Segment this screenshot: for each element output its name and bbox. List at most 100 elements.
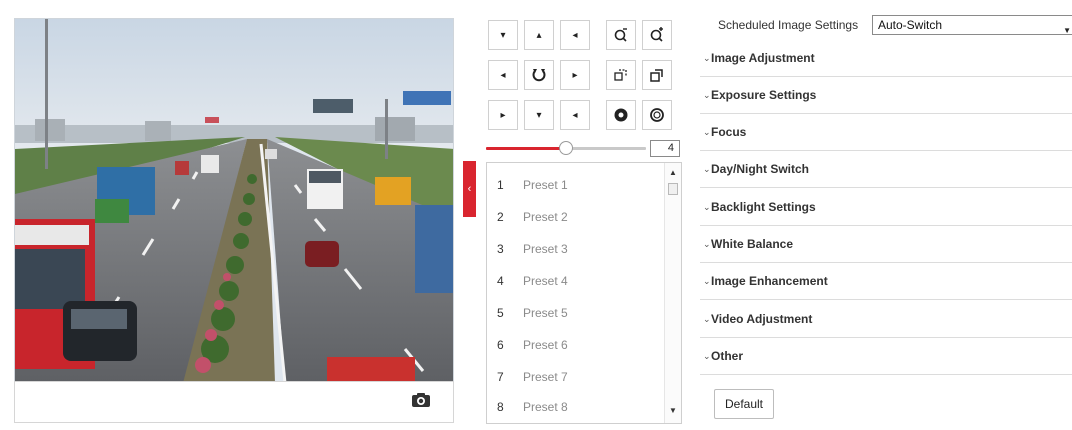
zoom-out-icon (614, 28, 627, 42)
preset-label: Preset 2 (523, 210, 568, 224)
scrollbar-thumb[interactable] (668, 183, 678, 195)
video-toolbar (14, 381, 454, 423)
section-title: Image Adjustment (711, 51, 815, 65)
preset-item-4[interactable]: 4 Preset 4 (487, 265, 663, 297)
preset-item-7[interactable]: 7 Preset 7 (487, 361, 663, 393)
chevron-down-icon: ▼ (1063, 26, 1071, 35)
preset-item-1[interactable]: 1 Preset 1 (487, 169, 663, 201)
preset-item-6[interactable]: 6 Preset 6 (487, 329, 663, 361)
section-title: Image Enhancement (711, 274, 828, 288)
auto-pan-button[interactable] (524, 60, 554, 90)
section-title: Other (711, 349, 744, 363)
live-video-view[interactable] (14, 18, 454, 382)
pan-up-right-button[interactable]: ◂ (560, 20, 590, 50)
section-title: White Balance (711, 237, 794, 251)
preset-label: Preset 1 (523, 178, 568, 192)
speed-slider-handle[interactable] (559, 141, 573, 155)
auto-rotate-icon (532, 69, 546, 82)
preset-number: 5 (497, 306, 504, 320)
scroll-up-arrow-icon[interactable]: ▲ (668, 169, 678, 177)
zoom-in-icon (650, 27, 663, 42)
chevron-down-icon: ⌄ (703, 314, 711, 324)
speed-track-filled (486, 147, 566, 150)
arrow-down-right-icon: ◂ (572, 109, 578, 121)
ptz-speed-slider[interactable] (486, 140, 646, 156)
zoom-in-button[interactable] (642, 20, 672, 50)
iris-open-button[interactable] (606, 100, 636, 130)
preset-number: 8 (497, 400, 504, 414)
focus-far-icon (650, 69, 663, 82)
camera-icon (412, 393, 430, 407)
pan-right-button[interactable]: ▸ (560, 60, 590, 90)
scheduled-image-settings-value: Auto-Switch (878, 18, 943, 32)
live-video-image (15, 19, 453, 381)
preset-item-5[interactable]: 5 Preset 5 (487, 297, 663, 329)
ptz-speed-value[interactable]: 4 (650, 140, 680, 157)
pan-down-left-button[interactable]: ▸ (488, 100, 518, 130)
preset-label: Preset 3 (523, 242, 568, 256)
section-exposure-settings[interactable]: ⌄ Exposure Settings (700, 77, 1072, 114)
speed-track-remaining (566, 147, 646, 150)
section-image-adjustment[interactable]: ⌄ Image Adjustment (700, 40, 1072, 77)
section-title: Exposure Settings (711, 88, 817, 102)
preset-label: Preset 6 (523, 338, 568, 352)
preset-item-2[interactable]: 2 Preset 2 (487, 201, 663, 233)
iris-close-icon (650, 108, 664, 122)
iris-close-button[interactable] (642, 100, 672, 130)
chevron-down-icon: ⌄ (703, 202, 711, 212)
chevron-down-icon: ⌄ (703, 164, 711, 174)
scheduled-image-settings-label: Scheduled Image Settings (718, 18, 859, 32)
default-button[interactable]: Default (714, 389, 774, 419)
section-day-night-switch[interactable]: ⌄ Day/Night Switch (700, 151, 1072, 188)
scroll-down-arrow-icon[interactable]: ▼ (668, 407, 678, 415)
preset-number: 4 (497, 274, 504, 288)
pan-up-left-button[interactable]: ▾ (488, 20, 518, 50)
iris-open-icon (614, 108, 628, 122)
preset-label: Preset 7 (523, 370, 568, 384)
scheduled-image-settings-select[interactable]: Auto-Switch ▼ (872, 15, 1072, 35)
collapse-panel-handle[interactable]: ‹ (463, 161, 476, 217)
section-other[interactable]: ⌄ Other (700, 338, 1072, 375)
preset-label: Preset 8 (523, 400, 568, 414)
preset-scrollbar[interactable]: ▲ ▼ (664, 163, 681, 423)
section-video-adjustment[interactable]: ⌄ Video Adjustment (700, 301, 1072, 338)
tilt-down-button[interactable]: ▾ (524, 100, 554, 130)
chevron-down-icon: ⌄ (703, 351, 711, 361)
section-white-balance[interactable]: ⌄ White Balance (700, 226, 1072, 263)
preset-item-3[interactable]: 3 Preset 3 (487, 233, 663, 265)
chevron-down-icon: ⌄ (703, 90, 711, 100)
tilt-up-button[interactable]: ▴ (524, 20, 554, 50)
focus-near-icon (614, 69, 627, 81)
arrow-right-icon: ▸ (572, 69, 578, 81)
section-title: Day/Night Switch (711, 162, 810, 176)
preset-number: 1 (497, 178, 504, 192)
chevron-down-icon: ⌄ (703, 239, 711, 249)
preset-item-8[interactable]: 8 Preset 8 (487, 391, 663, 423)
pan-left-button[interactable]: ◂ (488, 60, 518, 90)
chevron-down-icon: ⌄ (703, 127, 711, 137)
section-backlight-settings[interactable]: ⌄ Backlight Settings (700, 189, 1072, 226)
pan-down-right-button[interactable]: ◂ (560, 100, 590, 130)
focus-near-button[interactable] (606, 60, 636, 90)
preset-number: 3 (497, 242, 504, 256)
section-title: Backlight Settings (711, 200, 816, 214)
zoom-out-button[interactable] (606, 20, 636, 50)
preset-list: 1 Preset 1 2 Preset 2 3 Preset 3 4 Prese… (486, 162, 682, 424)
arrow-up-right-icon: ◂ (572, 29, 578, 41)
section-title: Video Adjustment (711, 312, 813, 326)
preset-number: 7 (497, 370, 504, 384)
preset-number: 6 (497, 338, 504, 352)
section-focus[interactable]: ⌄ Focus (700, 114, 1072, 151)
section-title: Focus (711, 125, 747, 139)
preset-number: 2 (497, 210, 504, 224)
focus-far-button[interactable] (642, 60, 672, 90)
arrow-down-icon: ▾ (536, 109, 542, 121)
snapshot-button[interactable] (411, 392, 431, 408)
chevron-down-icon: ⌄ (703, 276, 711, 286)
arrow-up-left-icon: ▾ (500, 29, 506, 41)
preset-label: Preset 4 (523, 274, 568, 288)
arrow-left-icon: ◂ (500, 69, 506, 81)
arrow-up-icon: ▴ (536, 29, 542, 41)
chevron-down-icon: ⌄ (703, 53, 711, 63)
section-image-enhancement[interactable]: ⌄ Image Enhancement (700, 263, 1072, 300)
